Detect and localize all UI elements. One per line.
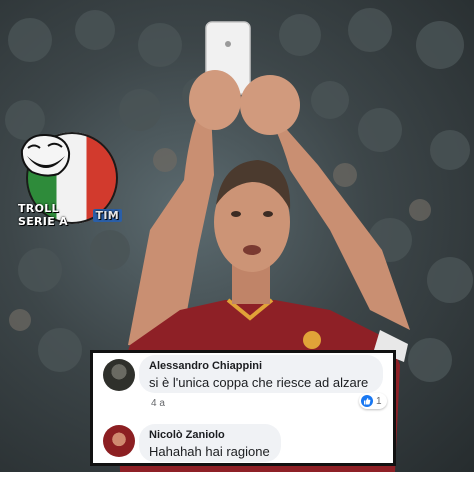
bottom-strip [0, 472, 474, 480]
comment-bubble: Alessandro Chiappini si è l'unica coppa … [139, 355, 383, 393]
avatar[interactable] [103, 425, 135, 457]
comment-author[interactable]: Nicolò Zaniolo [149, 429, 225, 441]
comment-author[interactable]: Alessandro Chiappini [149, 360, 262, 372]
comment-text: si è l'unica coppa che riesce ad alzare [149, 375, 369, 390]
logo-sponsor-text: TIM [92, 208, 122, 222]
comment-text: Hahahah hai ragione [149, 444, 270, 459]
troll-serie-a-logo: TROLL SERIE A TIM [18, 132, 122, 228]
comment-bubble: Nicolò Zaniolo Hahahah hai ragione [139, 424, 281, 462]
comment-timestamp[interactable]: 4 a [151, 398, 165, 409]
like-icon [361, 395, 373, 407]
avatar[interactable] [103, 359, 135, 391]
comments-panel: Alessandro Chiappini si è l'unica coppa … [90, 350, 396, 466]
logo-banner: TROLL SERIE A TIM [18, 202, 122, 228]
reaction-badge[interactable]: 1 [359, 393, 387, 409]
reaction-count: 1 [376, 395, 382, 407]
logo-brand-text: TROLL SERIE A [18, 202, 68, 228]
trollface-icon [20, 133, 71, 177]
